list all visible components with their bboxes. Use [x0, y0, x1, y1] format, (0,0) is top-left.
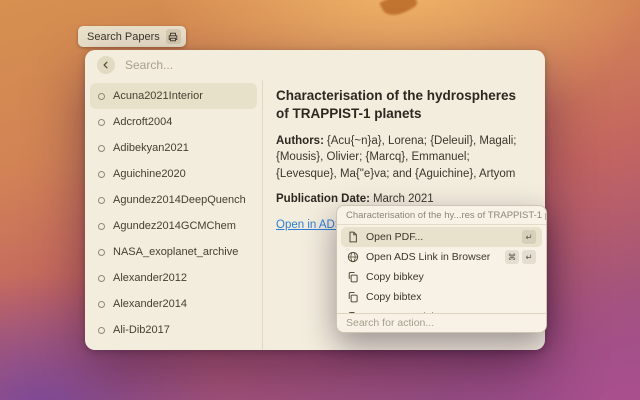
circle-icon [98, 145, 105, 152]
circle-icon [98, 249, 105, 256]
copy-icon [347, 271, 359, 283]
command-keycap: ⌘ [505, 250, 519, 264]
list-item[interactable]: Aguichine2020 [90, 161, 257, 187]
list-item-label: Agundez2014GCMChem [113, 220, 236, 232]
list-item[interactable]: Adibekyan2021 [90, 135, 257, 161]
pill-label: Search Papers [87, 31, 160, 43]
action-label: Open PDF... [366, 231, 423, 243]
open-in-ads-link[interactable]: Open in ADS [276, 219, 342, 231]
paper-title: Characterisation of the hydrospheres of … [276, 87, 529, 122]
copy-icon [347, 291, 359, 303]
enter-keycap: ↵ [522, 250, 536, 264]
wallpaper-leaf-decoration [379, 0, 418, 21]
pubdate-value: March 2021 [373, 193, 434, 205]
authors-label: Authors: [276, 135, 324, 147]
list-item-label: NASA_exoplanet_archive [113, 246, 238, 258]
action-open-ads-browser[interactable]: Open ADS Link in Browser ⌘ ↵ [341, 247, 542, 267]
paper-authors: Authors:{Acu{~n}a}, Lorena; {Deleuil}, M… [276, 133, 529, 182]
circle-icon [98, 301, 105, 308]
circle-icon [98, 223, 105, 230]
list-item-label: Acuna2021Interior [113, 90, 203, 102]
list-item[interactable]: Agundez2014DeepQuench [90, 187, 257, 213]
printer-icon [166, 29, 181, 44]
document-icon [347, 231, 359, 243]
action-menu-footer [337, 313, 546, 332]
circle-icon [98, 93, 105, 100]
back-button[interactable] [97, 56, 115, 74]
circle-icon [98, 171, 105, 178]
shortcut-hints: ⌘ ↵ [505, 250, 536, 264]
search-input[interactable] [125, 58, 533, 72]
paper-list: Acuna2021Interior Adcroft2004 Adibekyan2… [85, 80, 263, 350]
list-item-label: Ali-Dib2017 [113, 324, 170, 336]
action-menu-header: Characterisation of the hy...res of TRAP… [337, 206, 546, 225]
publication-date: Publication Date:March 2021 [276, 193, 529, 205]
list-item[interactable]: Acuna2021Interior [90, 83, 257, 109]
list-item-label: Agundez2014DeepQuench [113, 194, 246, 206]
list-item[interactable]: Agundez2014GCMChem [90, 213, 257, 239]
list-item-label: Adcroft2004 [113, 116, 172, 128]
desktop-background: Search Papers Acuna2021Interior Adcroft2… [0, 0, 640, 400]
pubdate-label: Publication Date: [276, 193, 370, 205]
circle-icon [98, 275, 105, 282]
list-item[interactable]: Alibert2005 [90, 343, 257, 350]
list-item[interactable]: Adcroft2004 [90, 109, 257, 135]
list-item[interactable]: NASA_exoplanet_archive [90, 239, 257, 265]
action-label: Copy bibtex [366, 291, 421, 303]
action-copy-bibkey[interactable]: Copy bibkey [341, 267, 542, 287]
action-search-input[interactable] [346, 317, 537, 329]
list-item[interactable]: Alexander2012 [90, 265, 257, 291]
list-item[interactable]: Ali-Dib2017 [90, 317, 257, 343]
action-menu-items: Open PDF... ↵ Open ADS Link in Browser ⌘… [337, 225, 546, 313]
action-label: Open ADS Link in Browser [366, 251, 490, 263]
shortcut-hints: ↵ [522, 230, 536, 244]
window-header [85, 50, 545, 80]
action-menu-popup: Characterisation of the hy...res of TRAP… [336, 205, 547, 333]
enter-keycap: ↵ [522, 230, 536, 244]
list-item-label: Adibekyan2021 [113, 142, 189, 154]
circle-icon [98, 119, 105, 126]
action-open-pdf[interactable]: Open PDF... ↵ [341, 227, 542, 247]
search-papers-pill[interactable]: Search Papers [78, 26, 186, 47]
circle-icon [98, 197, 105, 204]
globe-icon [347, 251, 359, 263]
list-item-label: Alexander2012 [113, 272, 187, 284]
list-item-label: Alexander2014 [113, 298, 187, 310]
action-label: Copy bibkey [366, 271, 424, 283]
circle-icon [98, 327, 105, 334]
list-item[interactable]: Alexander2014 [90, 291, 257, 317]
list-item-label: Aguichine2020 [113, 168, 186, 180]
action-copy-bibtex[interactable]: Copy bibtex [341, 287, 542, 307]
